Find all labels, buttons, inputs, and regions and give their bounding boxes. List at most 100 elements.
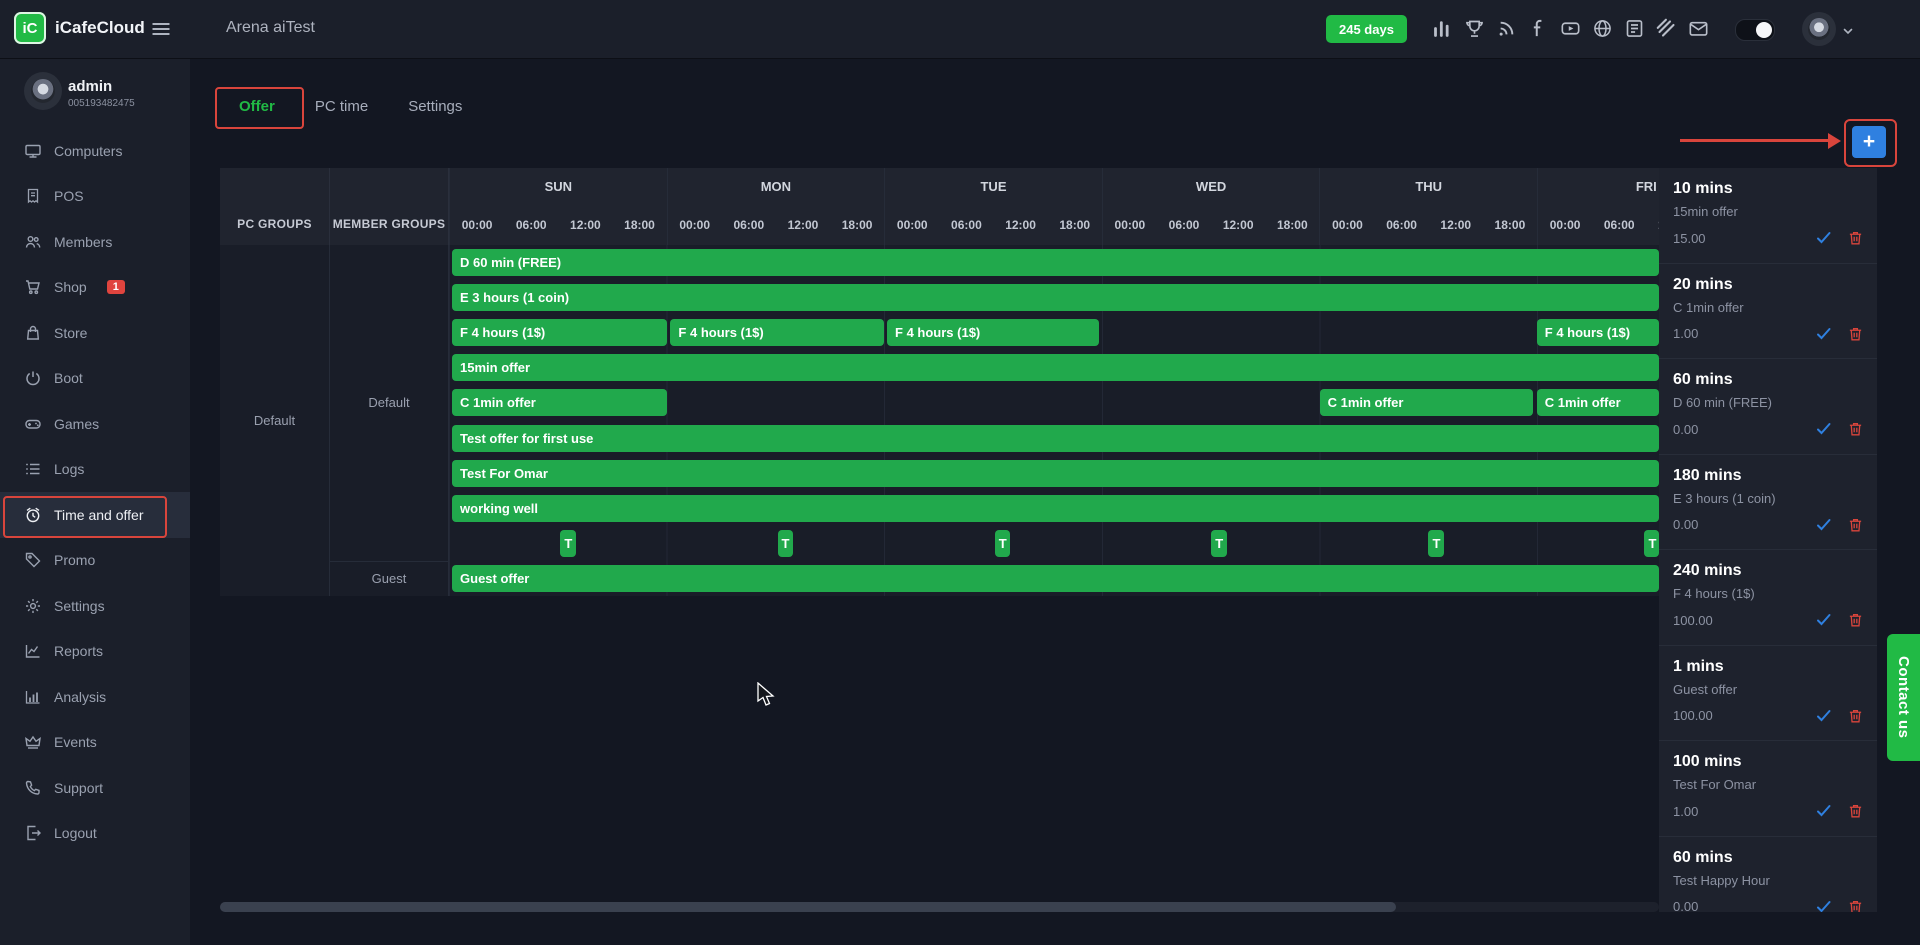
offer-bar[interactable]: C 1min offer <box>1537 389 1659 416</box>
mail-icon[interactable] <box>1688 18 1709 39</box>
brand[interactable]: iC iCafeCloud <box>14 12 145 44</box>
schedule-row: working well <box>449 491 1659 526</box>
offer-price: 0.00 <box>1673 899 1816 912</box>
member-group-cell-default: Default <box>330 245 448 561</box>
youtube-icon[interactable] <box>1560 18 1581 39</box>
horizontal-scrollbar[interactable] <box>220 902 1659 912</box>
time-tick: 12:00 <box>558 218 612 232</box>
offer-apply-check-icon[interactable] <box>1816 327 1832 341</box>
sidebar-item-settings[interactable]: Settings <box>0 583 190 629</box>
pc-group-cell: Default <box>220 245 330 596</box>
logs-icon <box>24 460 42 478</box>
offer-bar[interactable]: 15min offer <box>452 354 1659 381</box>
offer-bar[interactable]: Test For Omar <box>452 460 1659 487</box>
offer-delete-trash-icon[interactable] <box>1848 517 1863 533</box>
chevron-down-icon[interactable] <box>1842 25 1854 37</box>
offer-delete-trash-icon[interactable] <box>1848 230 1863 246</box>
offer-bar[interactable]: E 3 hours (1 coin) <box>452 284 1659 311</box>
sidebar-item-analysis[interactable]: Analysis <box>0 674 190 720</box>
offer-bar[interactable]: F 4 hours (1$) <box>670 319 884 346</box>
offer-apply-check-icon[interactable] <box>1816 900 1832 913</box>
theme-toggle[interactable] <box>1735 19 1775 41</box>
offer-bar[interactable]: T <box>995 530 1011 557</box>
sidebar-item-shop[interactable]: Shop1 <box>0 265 190 311</box>
offer-bar[interactable]: F 4 hours (1$) <box>452 319 667 346</box>
offer-bar[interactable]: Guest offer <box>452 565 1659 592</box>
offer-apply-check-icon[interactable] <box>1816 804 1832 818</box>
schedule-row: Test For Omar <box>449 456 1659 491</box>
offer-delete-trash-icon[interactable] <box>1848 803 1863 819</box>
time-tick: 00:00 <box>1103 218 1157 232</box>
offer-duration: 60 mins <box>1673 849 1863 867</box>
sidebar-item-label: Boot <box>54 370 83 386</box>
time-tick: 18:00 <box>830 218 884 232</box>
globe-icon[interactable] <box>1592 18 1613 39</box>
day-column-tue: TUE00:0006:0012:0018:00 <box>884 168 1102 245</box>
offer-delete-trash-icon[interactable] <box>1848 708 1863 724</box>
offer-apply-check-icon[interactable] <box>1816 709 1832 723</box>
sidebar-item-time-and-offer[interactable]: Time and offer <box>0 492 190 538</box>
offer-bar[interactable]: C 1min offer <box>1320 389 1534 416</box>
schedule-row: D 60 min (FREE) <box>449 245 1659 280</box>
sidebar-item-boot[interactable]: Boot <box>0 356 190 402</box>
sidebar-item-logs[interactable]: Logs <box>0 447 190 493</box>
offer-duration: 240 mins <box>1673 562 1863 580</box>
sidebar-item-label: Events <box>54 734 97 750</box>
sidebar-item-reports[interactable]: Reports <box>0 629 190 675</box>
time-tick: 00:00 <box>885 218 939 232</box>
offer-apply-check-icon[interactable] <box>1816 518 1832 532</box>
offer-bar[interactable]: T <box>1211 530 1227 557</box>
sidebar-item-support[interactable]: Support <box>0 765 190 811</box>
sidebar-item-promo[interactable]: Promo <box>0 538 190 584</box>
offer-bar[interactable]: F 4 hours (1$) <box>1537 319 1659 346</box>
sidebar-item-logout[interactable]: Logout <box>0 811 190 857</box>
sidebar-item-events[interactable]: Events <box>0 720 190 766</box>
offer-delete-trash-icon[interactable] <box>1848 899 1863 913</box>
facebook-icon[interactable] <box>1528 18 1549 39</box>
offer-bar[interactable]: Test offer for first use <box>452 425 1659 452</box>
sidebar-item-pos[interactable]: POS <box>0 174 190 220</box>
tab-offer[interactable]: Offer <box>239 95 275 119</box>
billing-icon[interactable] <box>1624 18 1645 39</box>
user-avatar[interactable] <box>1802 12 1836 46</box>
offer-delete-trash-icon[interactable] <box>1848 612 1863 628</box>
computers-icon <box>24 142 42 160</box>
scrollbar-thumb[interactable] <box>220 902 1396 912</box>
contact-us-button[interactable]: Contact us <box>1887 634 1920 761</box>
offer-list-item: 100 minsTest For Omar1.00 <box>1659 741 1877 837</box>
offer-name: Test Happy Hour <box>1673 873 1863 888</box>
day-label: TUE <box>885 179 1102 194</box>
offer-apply-check-icon[interactable] <box>1816 613 1832 627</box>
add-offer-button[interactable]: + <box>1852 126 1886 158</box>
offer-bar[interactable]: T <box>1644 530 1659 557</box>
offer-bar[interactable]: T <box>1428 530 1444 557</box>
time-tick: 00:00 <box>450 218 504 232</box>
tab-settings[interactable]: Settings <box>408 95 462 119</box>
tab-pc-time[interactable]: PC time <box>315 95 368 119</box>
offer-bar[interactable]: working well <box>452 495 1659 522</box>
time-tick: 06:00 <box>504 218 558 232</box>
offer-bar[interactable]: T <box>778 530 794 557</box>
profile-avatar[interactable] <box>24 72 62 110</box>
offer-bar[interactable]: C 1min offer <box>452 389 667 416</box>
offer-bar[interactable]: T <box>560 530 576 557</box>
offer-list-item: 240 minsF 4 hours (1$)100.00 <box>1659 550 1877 646</box>
offer-apply-check-icon[interactable] <box>1816 422 1832 436</box>
offer-delete-trash-icon[interactable] <box>1848 326 1863 342</box>
layers-icon[interactable] <box>1656 18 1677 39</box>
schedule-row: C 1min offerC 1min offerC 1min offer <box>449 385 1659 420</box>
sidebar-item-members[interactable]: Members <box>0 219 190 265</box>
trophy-icon[interactable] <box>1464 18 1485 39</box>
offer-duration: 1 mins <box>1673 658 1863 676</box>
stats-icon[interactable] <box>1432 18 1453 39</box>
offer-apply-check-icon[interactable] <box>1816 231 1832 245</box>
offer-bar[interactable]: F 4 hours (1$) <box>887 319 1099 346</box>
offer-bar[interactable]: D 60 min (FREE) <box>452 249 1659 276</box>
license-days-badge[interactable]: 245 days <box>1326 15 1407 43</box>
rss-icon[interactable] <box>1496 18 1517 39</box>
sidebar-item-computers[interactable]: Computers <box>0 128 190 174</box>
menu-icon[interactable] <box>151 19 171 39</box>
offer-delete-trash-icon[interactable] <box>1848 421 1863 437</box>
sidebar-item-games[interactable]: Games <box>0 401 190 447</box>
sidebar-item-store[interactable]: Store <box>0 310 190 356</box>
